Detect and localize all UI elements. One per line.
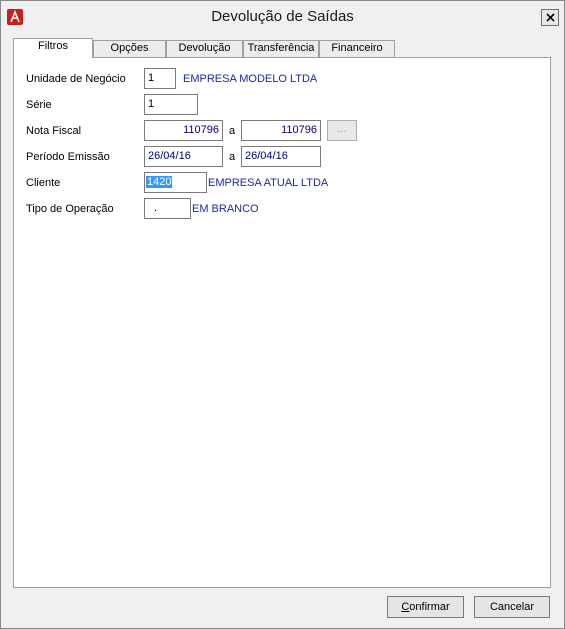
nota-fiscal-separator: a	[229, 125, 236, 137]
title-bar[interactable]: Devolução de Saídas	[1, 1, 564, 29]
unidade-label: Unidade de Negócio	[26, 73, 126, 85]
unidade-description: EMPRESA MODELO LTDA	[183, 73, 318, 85]
cancel-button[interactable]: Cancelar	[474, 596, 550, 618]
filters-panel: Unidade de Negócio 1 EMPRESA MODELO LTDA…	[13, 57, 551, 588]
tab-devolucao[interactable]: Devolução	[166, 40, 243, 57]
tab-opcoes[interactable]: Opções	[93, 40, 166, 57]
tab-financeiro[interactable]: Financeiro	[319, 40, 395, 57]
close-icon	[545, 13, 555, 22]
periodo-separator: a	[229, 151, 236, 163]
serie-label: Série	[26, 99, 52, 111]
periodo-from-input[interactable]: 26/04/16	[144, 146, 223, 167]
tab-transferencia[interactable]: Transferência	[243, 40, 319, 57]
cliente-selected-value: 1420	[146, 176, 173, 188]
tab-filtros[interactable]: Filtros	[13, 38, 93, 58]
cliente-description: EMPRESA ATUAL LTDA	[208, 177, 329, 189]
nota-fiscal-from-input[interactable]: 110796	[144, 120, 223, 141]
cliente-input[interactable]: 1420	[144, 172, 207, 193]
periodo-to-input[interactable]: 26/04/16	[241, 146, 321, 167]
nota-fiscal-to-input[interactable]: 110796	[241, 120, 321, 141]
cliente-label: Cliente	[26, 177, 61, 189]
close-button[interactable]	[541, 9, 559, 26]
nota-fiscal-browse-button[interactable]: ...	[327, 120, 357, 141]
tipo-operacao-description: EM BRANCO	[192, 203, 259, 215]
periodo-label: Período Emissão	[26, 151, 110, 163]
window-title: Devolução de Saídas	[211, 8, 354, 25]
confirm-label: onfirmar	[409, 601, 450, 613]
tipo-operacao-input[interactable]: .	[144, 198, 191, 219]
dialog-window: Devolução de Saídas Filtros Opções Devol…	[0, 0, 565, 629]
tipo-operacao-label: Tipo de Operação	[26, 203, 114, 215]
serie-input[interactable]: 1	[144, 94, 198, 115]
confirm-button[interactable]: Confirmar	[387, 596, 464, 618]
unidade-input[interactable]: 1	[144, 68, 176, 89]
nota-fiscal-label: Nota Fiscal	[26, 125, 82, 137]
